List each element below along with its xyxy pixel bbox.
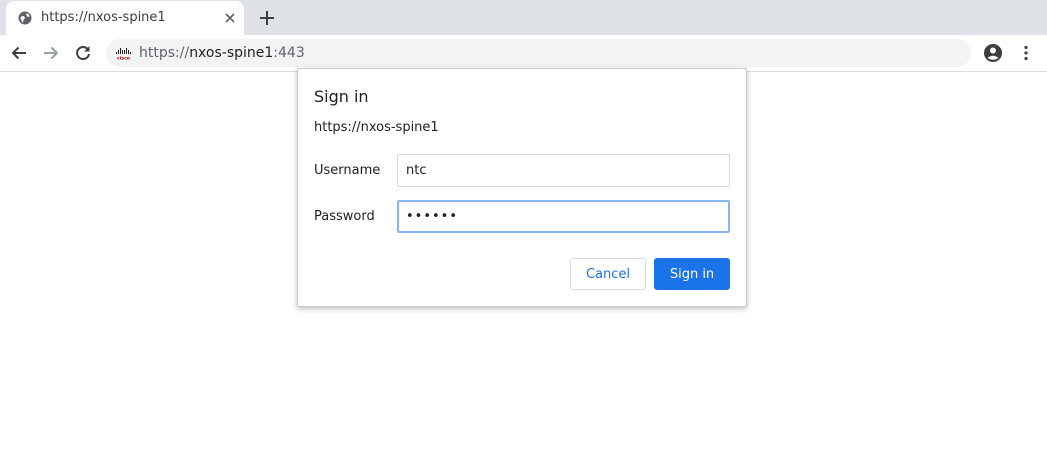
- reload-icon[interactable]: [73, 43, 93, 63]
- browser-tab[interactable]: https://nxos-spine1: [6, 1, 244, 35]
- tab-strip: https://nxos-spine1: [0, 0, 1047, 35]
- globe-icon: [18, 11, 32, 25]
- url-port: :443: [273, 45, 305, 61]
- url-host: nxos-spine1: [189, 45, 274, 61]
- password-field[interactable]: [397, 200, 730, 233]
- browser-toolbar: cisco https://nxos-spine1:443: [0, 35, 1047, 72]
- username-field[interactable]: [397, 154, 730, 187]
- url-text: https://nxos-spine1:443: [139, 45, 305, 61]
- username-label: Username: [314, 163, 381, 178]
- new-tab-icon[interactable]: [258, 9, 276, 27]
- tab-title: https://nxos-spine1: [41, 10, 166, 25]
- address-bar[interactable]: cisco https://nxos-spine1:443: [106, 39, 971, 67]
- password-label: Password: [314, 209, 375, 224]
- cisco-logo-icon: cisco: [116, 48, 131, 61]
- sign-in-button[interactable]: Sign in: [654, 258, 730, 290]
- cancel-button[interactable]: Cancel: [570, 258, 646, 290]
- close-icon[interactable]: [223, 11, 237, 25]
- dialog-origin: https://nxos-spine1: [314, 120, 439, 135]
- back-arrow-icon[interactable]: [9, 43, 29, 63]
- more-options-icon[interactable]: [1016, 43, 1036, 63]
- svg-text:cisco: cisco: [117, 56, 130, 61]
- dialog-title: Sign in: [314, 87, 369, 106]
- sign-in-dialog: Sign in https://nxos-spine1 Username Pas…: [297, 68, 747, 307]
- profile-icon[interactable]: [983, 43, 1003, 63]
- url-scheme: https://: [139, 45, 190, 61]
- forward-arrow-icon[interactable]: [41, 43, 61, 63]
